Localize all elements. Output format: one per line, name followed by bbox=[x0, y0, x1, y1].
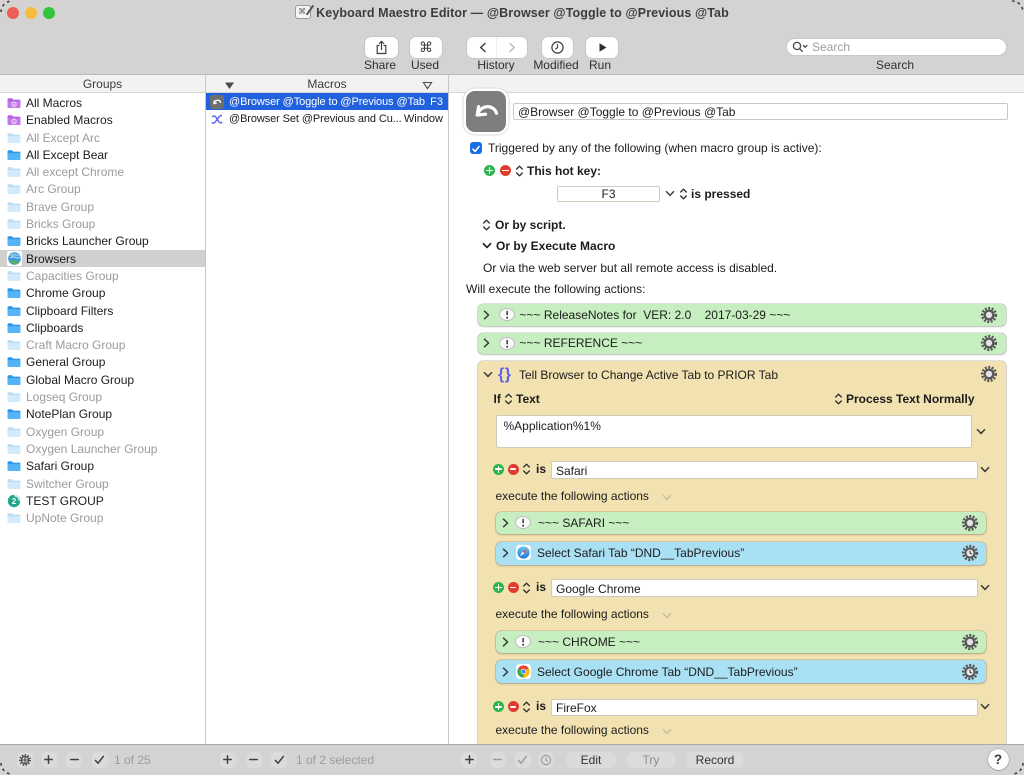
svg-text:2: 2 bbox=[12, 497, 17, 506]
